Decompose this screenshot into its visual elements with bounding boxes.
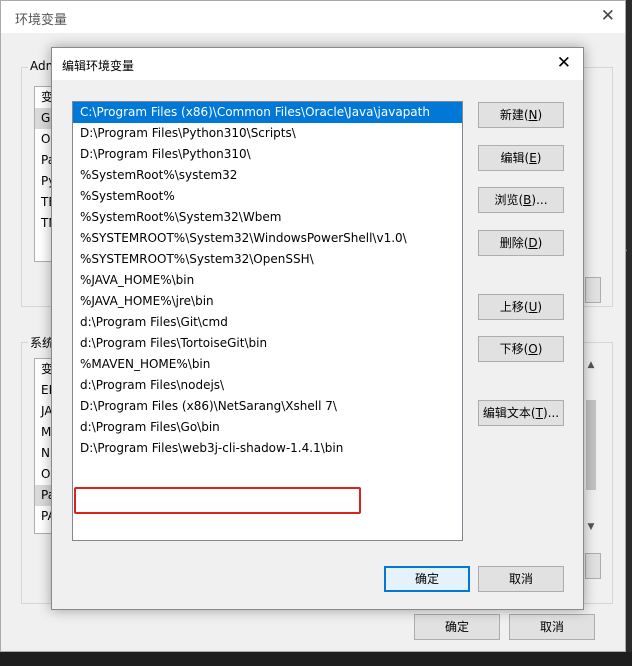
edit-text-button[interactable]: 编辑文本(T)...	[478, 400, 564, 426]
scroll-down-icon[interactable]: ▼	[583, 522, 599, 532]
background-taskbar	[0, 652, 632, 666]
outer-close-icon[interactable]: ✕	[601, 6, 615, 26]
edit-button[interactable]: 编辑(E)	[478, 145, 564, 171]
browse-button[interactable]: 浏览(B)...	[478, 187, 564, 213]
path-list-item[interactable]: D:\Program Files\Python310\Scripts\	[73, 123, 462, 144]
path-list-item[interactable]: d:\Program Files\Git\cmd	[73, 312, 462, 333]
move-down-button[interactable]: 下移(O)	[478, 336, 564, 362]
outer-cancel-button[interactable]: 取消	[509, 614, 595, 640]
delete-button[interactable]: 删除(D)	[478, 230, 564, 256]
scrollbar-thumb[interactable]	[586, 400, 596, 490]
system-delete-button-edge[interactable]	[585, 553, 601, 579]
edit-cancel-button[interactable]: 取消	[478, 566, 564, 592]
path-list-item[interactable]: %SystemRoot%	[73, 186, 462, 207]
path-list-item[interactable]: D:\Program Files\web3j-cli-shadow-1.4.1\…	[73, 438, 462, 459]
outer-ok-button[interactable]: 确定	[414, 614, 500, 640]
scroll-up-icon[interactable]: ▲	[583, 360, 599, 370]
path-list-item[interactable]: %SystemRoot%\system32	[73, 165, 462, 186]
path-list-item[interactable]: C:\Program Files (x86)\Common Files\Orac…	[73, 102, 462, 123]
path-list-item[interactable]: %JAVA_HOME%\bin	[73, 270, 462, 291]
system-list-scrollbar[interactable]: ▲ ▼	[583, 358, 599, 534]
path-list-item[interactable]: d:\Program Files\nodejs\	[73, 375, 462, 396]
path-list-item[interactable]: %SYSTEMROOT%\System32\OpenSSH\	[73, 249, 462, 270]
path-list-item[interactable]: %SystemRoot%\System32\Wbem	[73, 207, 462, 228]
new-entry-highlight-box	[74, 487, 361, 514]
edit-dialog-close-icon[interactable]: ✕	[557, 53, 571, 73]
outer-dialog-title: 环境变量	[15, 13, 68, 28]
user-delete-button-edge[interactable]	[585, 277, 601, 303]
path-list-item[interactable]: %MAVEN_HOME%\bin	[73, 354, 462, 375]
new-button[interactable]: 新建(N)	[478, 102, 564, 128]
path-list[interactable]: C:\Program Files (x86)\Common Files\Orac…	[72, 101, 463, 541]
outer-title-bar: 环境变量 ✕	[1, 1, 625, 33]
path-list-item[interactable]: d:\Program Files\TortoiseGit\bin	[73, 333, 462, 354]
edit-dialog-title: 编辑环境变量	[62, 59, 135, 73]
path-list-item[interactable]: %SYSTEMROOT%\System32\WindowsPowerShell\…	[73, 228, 462, 249]
path-list-item[interactable]: D:\Program Files (x86)\NetSarang\Xshell …	[73, 396, 462, 417]
path-list-item[interactable]: d:\Program Files\Go\bin	[73, 417, 462, 438]
edit-environment-variable-dialog: 编辑环境变量 ✕ C:\Program Files (x86)\Common F…	[51, 47, 584, 610]
move-up-button[interactable]: 上移(U)	[478, 294, 564, 320]
edit-dialog-title-bar: 编辑环境变量 ✕	[52, 48, 583, 80]
path-list-item[interactable]: D:\Program Files\Python310\	[73, 144, 462, 165]
edit-ok-button[interactable]: 确定	[384, 566, 470, 592]
path-list-item[interactable]: %JAVA_HOME%\jre\bin	[73, 291, 462, 312]
